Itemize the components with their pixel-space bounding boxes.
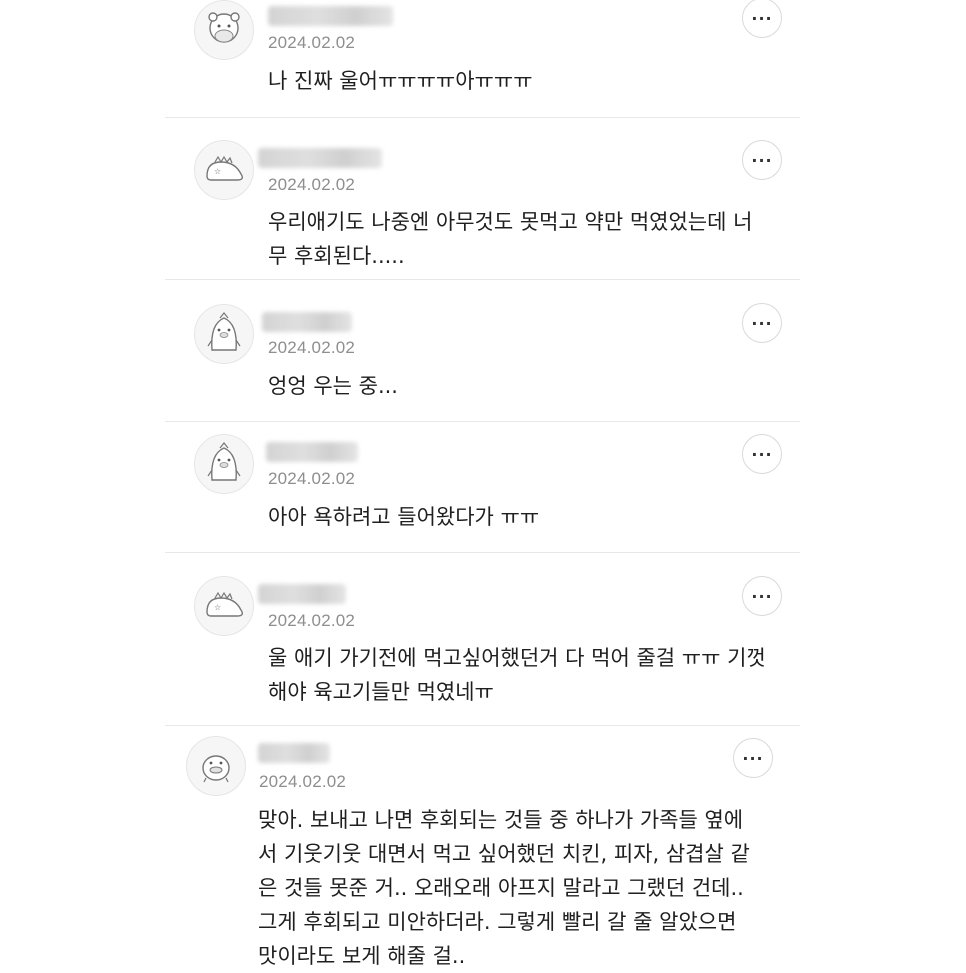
comment-text: 맞아. 보내고 나면 후회되는 것들 중 하나가 가족들 옆에 서 기웃기웃 대… [258,808,750,968]
divider [165,421,800,422]
comment-text: 엉엉 우는 중... [268,374,398,398]
comment-date: 2024.02.02 [268,469,356,488]
comment-date: 2024.02.02 [259,772,347,791]
comment-date: 2024.02.02 [268,611,356,630]
dinosaur-icon[interactable]: ☆ [194,140,254,200]
more-options-button[interactable]: ··· [742,140,782,180]
username-blurred [262,312,352,332]
penguin-icon[interactable] [194,304,254,364]
svg-text:☆: ☆ [214,603,221,612]
comment-date: 2024.02.02 [268,338,356,357]
username-blurred [266,442,358,462]
comment-date: 2024.02.02 [268,175,356,194]
penguin-icon[interactable] [194,434,254,494]
comment-text: 아아 욕하려고 들어왔다가 ㅠㅠ [268,505,540,529]
svg-text:☆: ☆ [214,167,221,176]
comment-text: 나 진짜 울어ㅠㅠㅠㅠ아ㅠㅠㅠ [268,69,533,93]
bear-icon[interactable] [194,0,254,60]
more-options-button[interactable]: ··· [733,738,773,778]
dinosaur-icon[interactable]: ☆ [194,576,254,636]
divider [165,117,800,118]
divider [165,725,800,726]
divider [165,279,800,280]
more-options-button[interactable]: ··· [742,303,782,343]
divider [165,552,800,553]
username-blurred [268,6,393,26]
duck-icon[interactable] [186,736,246,796]
comment-text: 울 애기 가기전에 먹고싶어했던거 다 먹어 줄걸 ㅠㅠ 기껏 해야 육고기들만… [268,646,766,704]
username-blurred [258,743,330,763]
more-options-button[interactable]: ··· [742,0,782,38]
comment-date: 2024.02.02 [268,33,356,52]
username-blurred [258,148,382,168]
username-blurred [258,584,346,604]
comment-text: 우리애기도 나중엔 아무것도 못먹고 약만 먹였었는데 너 무 후회된다....… [268,210,753,268]
more-options-button[interactable]: ··· [742,434,782,474]
more-options-button[interactable]: ··· [742,576,782,616]
